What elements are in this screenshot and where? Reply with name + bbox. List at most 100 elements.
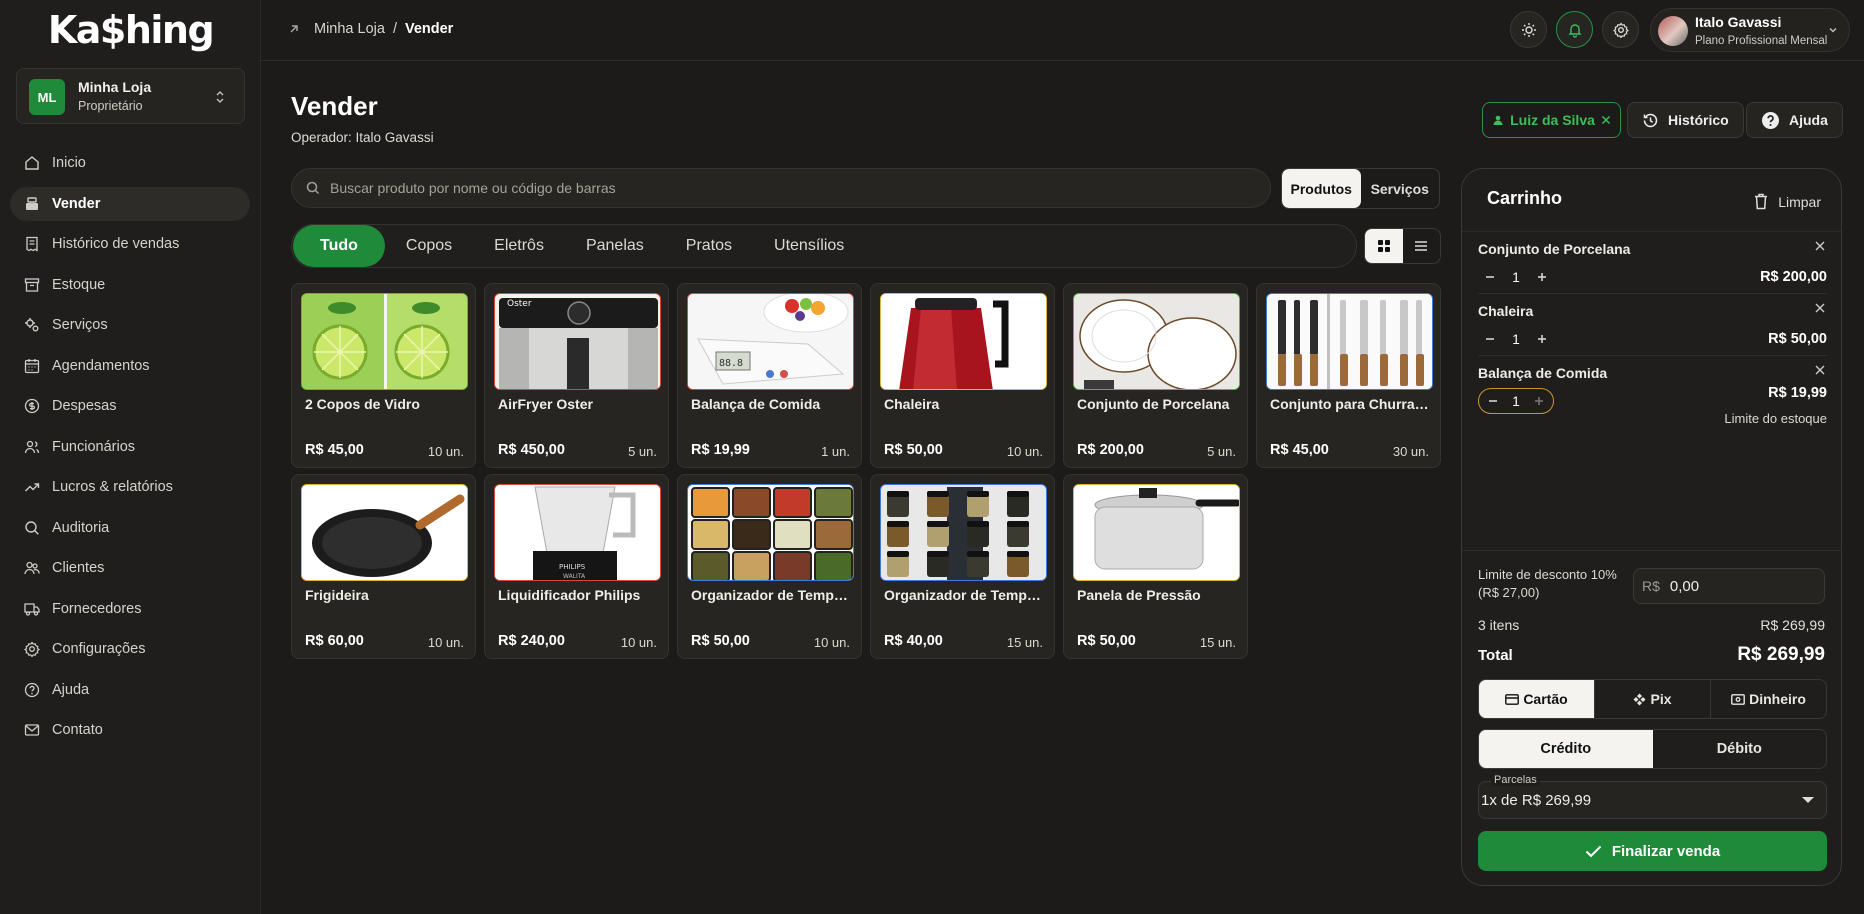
cart-item: Chaleira 1 R$ 50,00 [1478, 303, 1827, 363]
card-credit-button[interactable]: Crédito [1479, 730, 1653, 768]
stock-limit-warning: Limite do estoque [1724, 411, 1827, 426]
category-tab[interactable]: Utensílios [753, 225, 865, 267]
quantity-value[interactable]: 1 [1504, 394, 1528, 409]
installments-label: Parcelas [1491, 774, 1540, 786]
sidebar-item-estoque[interactable]: Estoque [10, 268, 250, 302]
card-debit-button[interactable]: Débito [1653, 730, 1827, 768]
search-icon [306, 181, 320, 195]
product-card[interactable]: Oster AirFryer Oster R$ 450,00 5 un. [484, 283, 669, 468]
product-name: Liquidificador Philips [498, 587, 641, 603]
sidebar-item-despesas[interactable]: Despesas [10, 389, 250, 423]
installments-select[interactable]: Parcelas 1x de R$ 269,99 [1478, 774, 1827, 819]
sidebar-item-auditoria[interactable]: Auditoria [10, 511, 250, 545]
remove-item-button[interactable] [1815, 365, 1825, 375]
product-card[interactable]: Chaleira R$ 50,00 10 un. [870, 283, 1055, 468]
sidebar-item-funcion-rios[interactable]: Funcionários [10, 430, 250, 464]
selected-client-chip[interactable]: Luiz da Silva [1482, 102, 1621, 138]
product-name: Organizador de Temperos [884, 587, 1046, 603]
product-price: R$ 45,00 [305, 442, 364, 458]
sidebar-item-label: Agendamentos [52, 357, 150, 374]
arrow-up-right-icon[interactable] [288, 23, 300, 35]
sidebar-item-servi-os[interactable]: Serviços [10, 308, 250, 342]
list-icon [1415, 241, 1428, 251]
sidebar-item-fornecedores[interactable]: Fornecedores [10, 592, 250, 626]
product-card[interactable]: Organizador de Temperos R$ 50,00 10 un. [677, 474, 862, 659]
product-card[interactable]: Frigideira R$ 60,00 10 un. [291, 474, 476, 659]
cart-item-name: Chaleira [1478, 303, 1534, 319]
register-icon [26, 196, 38, 210]
increase-quantity-button[interactable] [1530, 327, 1554, 351]
category-tab[interactable]: Panelas [565, 225, 665, 267]
help-circle-icon [1762, 111, 1779, 129]
sidebar-item-label: Lucros & relatórios [52, 479, 173, 495]
search-icon [25, 520, 39, 535]
category-tab[interactable]: Copos [385, 225, 473, 267]
quantity-value[interactable]: 1 [1502, 270, 1530, 285]
tab-services[interactable]: Serviços [1361, 169, 1440, 208]
clear-cart-button[interactable]: Limpar [1754, 193, 1821, 210]
quantity-stepper: 1 [1478, 388, 1554, 414]
sidebar-item-label: Auditoria [52, 519, 110, 536]
product-card[interactable]: Organizador de Temperos R$ 40,00 15 un. [870, 474, 1055, 659]
sidebar-item-inicio[interactable]: Inicio [10, 146, 250, 180]
quantity-value[interactable]: 1 [1502, 332, 1530, 347]
settings-button[interactable] [1602, 11, 1639, 48]
category-tab[interactable]: Eletrôs [473, 225, 565, 267]
sidebar-item-label: Inicio [52, 155, 86, 171]
sidebar-item-ajuda[interactable]: Ajuda [10, 673, 250, 707]
product-card[interactable]: PHILIPS WALITA Liquidificador Philips R$ 24… [484, 474, 669, 659]
tab-products[interactable]: Produtos [1282, 169, 1361, 208]
sidebar-item-vender[interactable]: Vender [10, 186, 250, 221]
store-switcher[interactable]: ML Minha Loja Proprietário [16, 68, 245, 124]
grid-view-button[interactable] [1365, 229, 1403, 263]
discount-input[interactable]: R$ 0,00 [1633, 568, 1825, 604]
help-circle-icon [24, 682, 40, 697]
product-stock: 10 un. [427, 635, 464, 650]
product-card[interactable]: Conjunto para Churrasco R$ 45,00 30 un. [1256, 283, 1441, 468]
category-tab[interactable]: Pratos [665, 225, 753, 267]
cart-item-name: Balança de Comida [1478, 365, 1608, 381]
product-image [1266, 293, 1433, 390]
product-stock: 15 un. [1006, 635, 1043, 650]
finish-sale-button[interactable]: Finalizar venda [1478, 831, 1827, 871]
increase-quantity-button[interactable] [1530, 265, 1554, 289]
app-logo[interactable]: Ka$hing [0, 8, 261, 52]
sidebar-item-contato[interactable]: Contato [10, 713, 250, 747]
product-name: Chaleira [884, 396, 940, 412]
help-button[interactable]: Ajuda [1746, 102, 1843, 138]
product-search-input[interactable]: Buscar produto por nome ou código de bar… [291, 168, 1271, 208]
close-icon[interactable] [1601, 115, 1611, 125]
decrease-quantity-button[interactable] [1478, 265, 1502, 289]
sidebar-item-clientes[interactable]: Clientes [10, 551, 250, 585]
remove-item-button[interactable] [1815, 303, 1825, 313]
decrease-quantity-button[interactable] [1483, 389, 1504, 413]
list-view-button[interactable] [1403, 229, 1441, 263]
sidebar-item-label: Fornecedores [52, 600, 142, 617]
product-card[interactable]: Panela de Pressão R$ 50,00 15 un. [1063, 474, 1248, 659]
decrease-quantity-button[interactable] [1478, 327, 1502, 351]
sidebar-item-hist-rico-de-vendas[interactable]: Histórico de vendas [10, 227, 250, 261]
plus-icon [1538, 273, 1546, 281]
breadcrumb-parent[interactable]: Minha Loja [314, 21, 385, 37]
payment-card-button[interactable]: Cartão [1479, 680, 1595, 718]
product-price: R$ 19,99 [691, 442, 750, 458]
notifications-button[interactable] [1556, 11, 1593, 48]
payment-cash-button[interactable]: Dinheiro [1711, 680, 1826, 718]
sidebar-item-configura-es[interactable]: Configurações [10, 632, 250, 666]
sidebar-item-lucros-relat-rios[interactable]: Lucros & relatórios [10, 470, 250, 504]
product-card[interactable]: 88.8 Balança de Comida R$ 19,99 1 un. [677, 283, 862, 468]
user-menu[interactable]: Italo Gavassi Plano Profissional Mensal [1650, 8, 1850, 52]
history-button[interactable]: Histórico [1627, 102, 1744, 138]
product-card[interactable]: Conjunto de Porcelana R$ 200,00 5 un. [1063, 283, 1248, 468]
theme-toggle-button[interactable] [1510, 11, 1547, 48]
product-price: R$ 60,00 [305, 633, 364, 649]
divider [1462, 231, 1841, 232]
payment-pix-button[interactable]: Pix [1595, 680, 1711, 718]
gears-icon [25, 318, 39, 332]
category-tab[interactable]: Tudo [293, 225, 385, 267]
product-card[interactable]: 2 Copos de Vidro R$ 45,00 10 un. [291, 283, 476, 468]
remove-item-button[interactable] [1815, 241, 1825, 251]
sidebar-item-agendamentos[interactable]: Agendamentos [10, 349, 250, 383]
user-plan: Plano Profissional Mensal [1695, 35, 1828, 47]
check-icon [1585, 845, 1602, 857]
